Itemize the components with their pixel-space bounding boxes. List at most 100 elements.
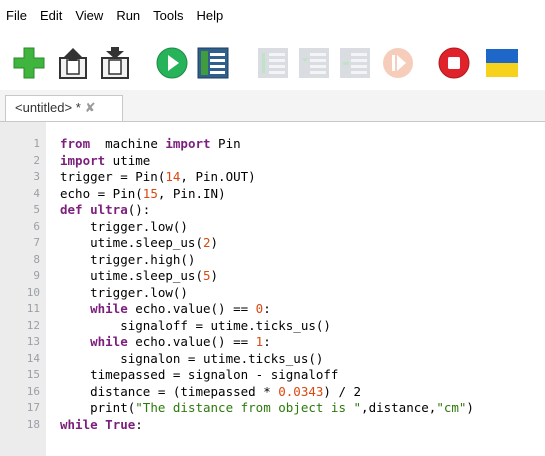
code-line: 14 signalon = utime.ticks_us() (0, 351, 545, 367)
code-editor[interactable]: 1 from machine import Pin 2 import utime 3 tr… (0, 122, 545, 456)
code-text: echo = Pin(15, Pin.IN) (60, 186, 226, 202)
code-text: while echo.value() == 0: (60, 301, 271, 317)
open-file-icon[interactable] (56, 46, 90, 80)
code-text: print("The distance from object is ",dis… (60, 400, 474, 416)
code-token: utime.sleep_us( (60, 268, 203, 283)
code-text: trigger.low() (60, 285, 188, 301)
code-token: while (60, 301, 128, 316)
line-number: 2 (33, 153, 40, 167)
code-line: 18 while True: (0, 417, 545, 433)
line-number: 5 (33, 203, 40, 216)
save-file-icon[interactable] (98, 46, 132, 80)
code-text: trigger.high() (60, 252, 195, 268)
code-token: utime.sleep_us( (60, 235, 203, 250)
code-token: "The distance from object is " (135, 400, 362, 415)
code-token: ) (466, 400, 474, 415)
code-token: echo.value() == (127, 334, 256, 349)
line-number: 9 (33, 269, 40, 282)
line-number: 1 (33, 137, 40, 150)
menu-help[interactable]: Help (197, 8, 224, 23)
code-line: 11 while echo.value() == 0: (0, 301, 545, 317)
code-token: Pin (210, 136, 241, 151)
code-line: 16 distance = (timepassed * 0.0343) / 2 (0, 384, 545, 400)
line-number: 7 (33, 236, 40, 249)
code-token: 0.0343 (278, 383, 324, 399)
code-text: utime.sleep_us(5) (60, 268, 218, 284)
menu-run[interactable]: Run (116, 8, 140, 23)
code-text: while echo.value() == 1: (60, 334, 271, 350)
code-token: ) (210, 235, 219, 250)
code-line: 8 trigger.high() (0, 252, 545, 268)
menu-file[interactable]: File (6, 8, 27, 23)
toolbar (0, 30, 545, 90)
code-line: 7 utime.sleep_us(2) (0, 235, 545, 251)
menu-tools[interactable]: Tools (153, 8, 183, 23)
line-number: 13 (26, 335, 40, 348)
code-token: trigger = Pin( (60, 169, 166, 184)
code-token: ) / 2 (323, 383, 362, 399)
code-token: ) (210, 268, 219, 283)
code-token: ultra (90, 202, 128, 217)
resume-icon[interactable] (381, 46, 415, 80)
step-into-icon[interactable] (297, 46, 331, 80)
code-token: , Pin.IN) (157, 185, 226, 201)
code-token: trigger.high() (60, 251, 196, 267)
code-token: ,distance, (361, 400, 437, 415)
code-token: signaloff = utime.ticks_us() (60, 317, 331, 333)
new-file-icon[interactable] (12, 46, 46, 80)
code-line: 9 utime.sleep_us(5) (0, 268, 545, 284)
code-token: : (263, 334, 271, 349)
code-token: trigger.low() (60, 218, 188, 234)
code-token: (): (127, 202, 151, 217)
code-token: 15 (142, 185, 158, 201)
code-line: 17 print("The distance from object is ",… (0, 400, 545, 416)
code-line: 12 signaloff = utime.ticks_us() (0, 318, 545, 334)
line-number: 8 (33, 252, 40, 266)
code-line: 15 timepassed = signalon - signaloff (0, 367, 545, 383)
tab-bar: <untitled> * ✘ (0, 90, 545, 122)
line-number: 17 (26, 401, 40, 414)
code-token: import (60, 152, 106, 168)
code-token: import (165, 136, 211, 151)
stop-icon[interactable] (437, 46, 471, 80)
code-text: from machine import Pin (60, 136, 241, 152)
code-token: 14 (165, 169, 181, 184)
code-text: signaloff = utime.ticks_us() (60, 318, 331, 334)
ukraine-flag-icon[interactable] (485, 46, 519, 80)
code-line: 2 import utime (0, 153, 545, 169)
code-text: distance = (timepassed * 0.0343) / 2 (60, 384, 361, 400)
code-line: 6 trigger.low() (0, 219, 545, 235)
code-token: timepassed = signalon - signaloff (60, 367, 339, 382)
line-number: 12 (26, 318, 40, 332)
code-token: distance = (timepassed * (60, 383, 279, 399)
tab-untitled[interactable]: <untitled> * ✘ (5, 95, 123, 121)
code-token: echo = Pin( (60, 185, 143, 201)
code-token: : (135, 416, 143, 432)
run-icon[interactable] (155, 46, 189, 80)
code-token: machine (90, 136, 166, 151)
close-icon[interactable]: ✘ (85, 100, 96, 115)
code-text: trigger = Pin(14, Pin.OUT) (60, 169, 256, 185)
line-number: 3 (33, 170, 40, 183)
code-token: 2 (203, 235, 211, 250)
debug-icon[interactable] (196, 46, 230, 80)
menu-view[interactable]: View (75, 8, 103, 23)
code-token: trigger.low() (60, 284, 188, 300)
menu-bar: File Edit View Run Tools Help (0, 0, 545, 30)
code-token: while (60, 416, 98, 432)
tab-title: <untitled> * (15, 100, 81, 115)
line-number: 10 (26, 285, 40, 299)
code-token: "cm" (436, 400, 467, 415)
code-text: trigger.low() (60, 219, 188, 235)
code-token: utime (105, 152, 151, 168)
line-number: 14 (26, 351, 40, 365)
code-text: timepassed = signalon - signaloff (60, 367, 338, 383)
code-token: echo.value() == (127, 301, 256, 316)
menu-edit[interactable]: Edit (40, 8, 62, 23)
line-number: 18 (26, 417, 40, 431)
code-token: from (60, 136, 91, 151)
step-over-icon[interactable] (256, 46, 290, 80)
code-token: 5 (203, 268, 211, 283)
code-text: signalon = utime.ticks_us() (60, 351, 323, 367)
step-out-icon[interactable] (338, 46, 372, 80)
